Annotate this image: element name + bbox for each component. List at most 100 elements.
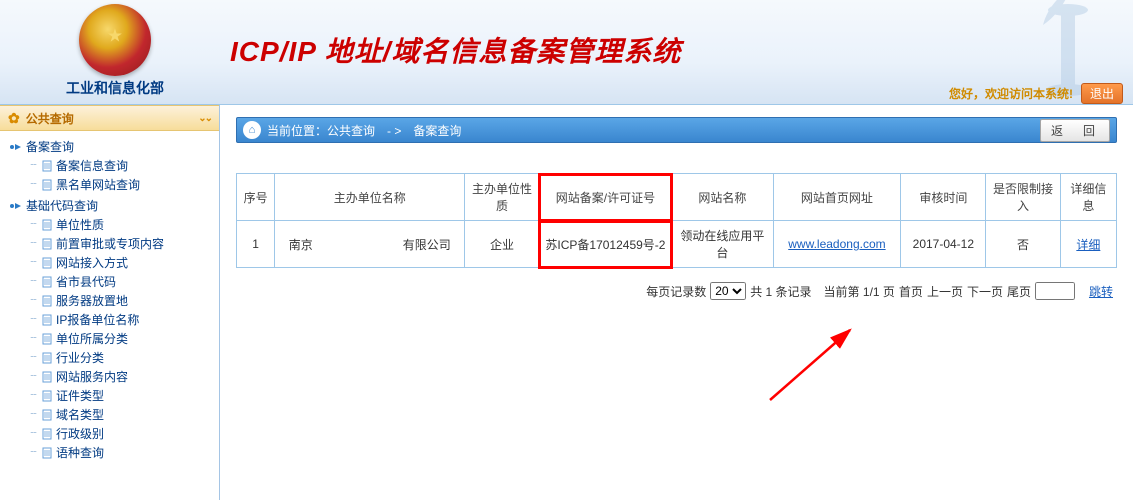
- cell-seq: 1: [237, 221, 275, 268]
- tree-item-label: 行业分类: [56, 349, 104, 366]
- welcome-bar: 您好，欢迎访问本系统! 退出: [949, 82, 1133, 104]
- table-header: 是否限制接入: [986, 174, 1060, 221]
- welcome-text: 您好，欢迎访问本系统!: [949, 85, 1073, 102]
- cell-license: 苏ICP备17012459号-2: [539, 221, 672, 268]
- document-icon: [40, 332, 54, 346]
- tree-dots-icon: ┈: [26, 447, 40, 458]
- cell-site-name: 领动在线应用平台: [672, 221, 773, 268]
- tree-group-label: 备案查询: [26, 138, 74, 155]
- tree-group-head[interactable]: 基础代码查询: [8, 196, 215, 215]
- cell-org-type: 企业: [465, 221, 539, 268]
- tree-item[interactable]: ┈网站服务内容: [26, 367, 215, 386]
- tree-item-label: 网站服务内容: [56, 368, 128, 385]
- tree-item-label: 语种查询: [56, 444, 104, 461]
- document-icon: [40, 159, 54, 173]
- cell-audit-time: 2017-04-12: [901, 221, 986, 268]
- tree-item[interactable]: ┈ 行业分类: [26, 348, 215, 367]
- breadcrumb: ⌂ 当前位置： 公共查询 - > 备案查询 返 回: [236, 117, 1117, 143]
- document-icon: [40, 389, 54, 403]
- tree-dots-icon: ┈: [26, 428, 40, 439]
- annotation-arrow: [760, 320, 880, 410]
- tree-dots-icon: ┈: [26, 352, 40, 363]
- home-icon[interactable]: ⌂: [243, 121, 261, 139]
- tree-dots-icon: ┈: [26, 179, 40, 190]
- content: ⌂ 当前位置： 公共查询 - > 备案查询 返 回 序号主办单位名称主办单位性质…: [220, 105, 1133, 500]
- cell-restricted: 否: [986, 221, 1060, 268]
- cell-org-name: 南京有限公司: [275, 221, 465, 268]
- table-header: 网站备案/许可证号: [539, 174, 672, 221]
- document-icon: [40, 218, 54, 232]
- tree-dots-icon: ┈: [26, 390, 40, 401]
- tree-item-label: 服务器放置地: [56, 292, 128, 309]
- pager-page-input[interactable]: [1035, 282, 1075, 300]
- document-icon: [40, 446, 54, 460]
- national-emblem: ★ 工业和信息化部: [60, 0, 170, 105]
- detail-link[interactable]: 详细: [1076, 238, 1100, 252]
- document-icon: [40, 275, 54, 289]
- tree-item-label: 黑名单网站查询: [56, 176, 140, 193]
- sidebar: ✿ 公共查询 ⌄⌄ 备案查询┈备案信息查询 ┈ 黑名单网站查询基础代码查询┈单位性质…: [0, 105, 220, 500]
- header: ★ 工业和信息化部 ICP/IP 地址/域名信息备案管理系统 您好，欢迎访问本系…: [0, 0, 1133, 105]
- breadcrumb-path: 公共查询 - > 备案查询: [327, 122, 461, 139]
- logout-button[interactable]: 退出: [1081, 83, 1123, 104]
- tree-item[interactable]: ┈ 前置审批或专项内容: [26, 234, 215, 253]
- tree-item[interactable]: ┈ 服务器放置地: [26, 291, 215, 310]
- sidebar-tree: 备案查询┈备案信息查询┈黑名单网站查询基础代码查询┈单位性质┈前置审批或专项内容…: [0, 131, 219, 470]
- tree-item[interactable]: ┈ 行政级别: [26, 424, 215, 443]
- cell-site-url: www.leadong.com: [773, 221, 901, 268]
- pager-next[interactable]: 下一页: [967, 283, 1003, 300]
- per-page-select[interactable]: 20: [710, 282, 746, 300]
- tree-group-head[interactable]: 备案查询: [8, 137, 215, 156]
- tree-item[interactable]: ┈单位所属分类: [26, 329, 215, 348]
- per-page-label: 每页记录数: [646, 283, 706, 300]
- table-header: 网站名称: [672, 174, 773, 221]
- tree-item-label: 省市县代码: [56, 273, 116, 290]
- document-icon: [40, 427, 54, 441]
- sidebar-section-head[interactable]: ✿ 公共查询 ⌄⌄: [0, 105, 219, 131]
- tree-dots-icon: ┈: [26, 409, 40, 420]
- tree-item[interactable]: ┈ 语种查询: [26, 443, 215, 462]
- document-icon: [40, 351, 54, 365]
- document-icon: [40, 256, 54, 270]
- tree-item-label: 前置审批或专项内容: [56, 235, 164, 252]
- table-header: 网站首页网址: [773, 174, 901, 221]
- document-icon: [40, 408, 54, 422]
- tree-item-label: 网站接入方式: [56, 254, 128, 271]
- table-header: 审核时间: [901, 174, 986, 221]
- pager-jump[interactable]: 跳转: [1089, 283, 1113, 300]
- site-url-link[interactable]: www.leadong.com: [788, 237, 885, 251]
- document-icon: [40, 294, 54, 308]
- tree-dots-icon: ┈: [26, 295, 40, 306]
- tree-dots-icon: ┈: [26, 219, 40, 230]
- tree-item-label: 单位所属分类: [56, 330, 128, 347]
- gear-icon: ✿: [8, 110, 20, 127]
- pager-first[interactable]: 首页: [899, 283, 923, 300]
- pager-prev[interactable]: 上一页: [927, 283, 963, 300]
- pager-last[interactable]: 尾页: [1007, 283, 1031, 300]
- tree-item[interactable]: ┈单位性质: [26, 215, 215, 234]
- tree-group-label: 基础代码查询: [26, 197, 98, 214]
- document-icon: [40, 178, 54, 192]
- tree-item[interactable]: ┈IP报备单位名称: [26, 310, 215, 329]
- tree-item[interactable]: ┈ 证件类型: [26, 386, 215, 405]
- back-button[interactable]: 返 回: [1040, 119, 1110, 142]
- tree-dots-icon: ┈: [26, 238, 40, 249]
- tree-item-label: IP报备单位名称: [56, 311, 139, 328]
- tree-item[interactable]: ┈网站接入方式: [26, 253, 215, 272]
- ministry-name: 工业和信息化部: [66, 78, 164, 98]
- result-table: 序号主办单位名称主办单位性质网站备案/许可证号网站名称网站首页网址审核时间是否限…: [236, 173, 1117, 268]
- tree-item[interactable]: ┈备案信息查询: [26, 156, 215, 175]
- tree-item-label: 行政级别: [56, 425, 104, 442]
- sidebar-section-title: 公共查询: [26, 110, 74, 127]
- table-header: 详细信息: [1060, 174, 1116, 221]
- tree-item[interactable]: ┈域名类型: [26, 405, 215, 424]
- document-icon: [40, 313, 54, 327]
- tree-item-label: 证件类型: [56, 387, 104, 404]
- table-header: 主办单位性质: [465, 174, 539, 221]
- pager-total: 共 1 条记录 当前第 1/1 页: [750, 283, 895, 300]
- pager: 每页记录数 20 共 1 条记录 当前第 1/1 页 首页 上一页 下一页 尾页…: [236, 282, 1117, 300]
- tree-item[interactable]: ┈ 黑名单网站查询: [26, 175, 215, 194]
- tree-item[interactable]: ┈省市县代码: [26, 272, 215, 291]
- chevron-down-icon: ⌄⌄: [198, 113, 211, 124]
- emblem-icon: ★: [79, 4, 151, 76]
